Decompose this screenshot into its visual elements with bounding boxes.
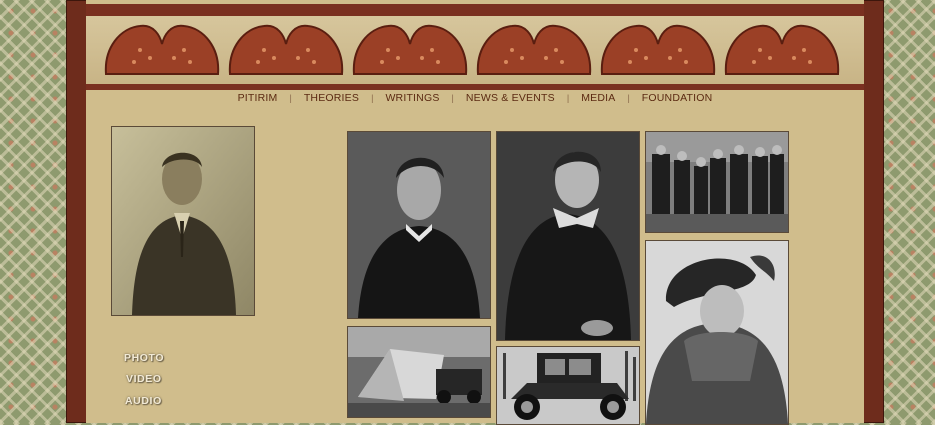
nav-item-theories[interactable]: THEORIES (304, 92, 359, 104)
carved-ornament-icon (104, 24, 220, 75)
nav-separator: | (566, 93, 570, 103)
photo-family-group[interactable] (645, 131, 789, 233)
nav-item-writings[interactable]: WRITINGS (385, 92, 439, 104)
carved-ornament-icon (228, 24, 344, 75)
nav-item-pitirim[interactable]: PITIRIM (238, 92, 278, 104)
photo-tent-camp[interactable] (347, 326, 491, 418)
nav-item-media[interactable]: MEDIA (581, 92, 615, 104)
main-nav: PITIRIM | THEORIES | WRITINGS | NEWS & E… (86, 90, 864, 106)
carved-ornament-icon (724, 24, 840, 75)
photo-vintage-car[interactable] (496, 346, 640, 425)
sidebar-link-photo[interactable]: PHOTO (124, 352, 164, 364)
nav-separator: | (289, 93, 292, 103)
nav-separator: | (371, 93, 374, 103)
nav-separator: | (451, 93, 454, 103)
nav-item-foundation[interactable]: FOUNDATION (642, 92, 713, 104)
carved-ornament-icon (476, 24, 592, 75)
nav-item-news-events[interactable]: NEWS & EVENTS (466, 92, 555, 104)
nav-separator: | (627, 93, 630, 103)
sidebar-link-audio[interactable]: AUDIO (125, 395, 162, 407)
header-banner (86, 4, 864, 90)
carved-ornament-icon (352, 24, 468, 75)
photo-young-man-portrait[interactable] (347, 131, 491, 319)
portrait-photo-sepia (111, 126, 255, 316)
sidebar-link-video[interactable]: VIDEO (126, 373, 162, 385)
photo-woman-fur-hat[interactable] (645, 240, 789, 425)
carved-ornament-icon (600, 24, 716, 75)
photo-young-woman-portrait[interactable] (496, 131, 640, 341)
